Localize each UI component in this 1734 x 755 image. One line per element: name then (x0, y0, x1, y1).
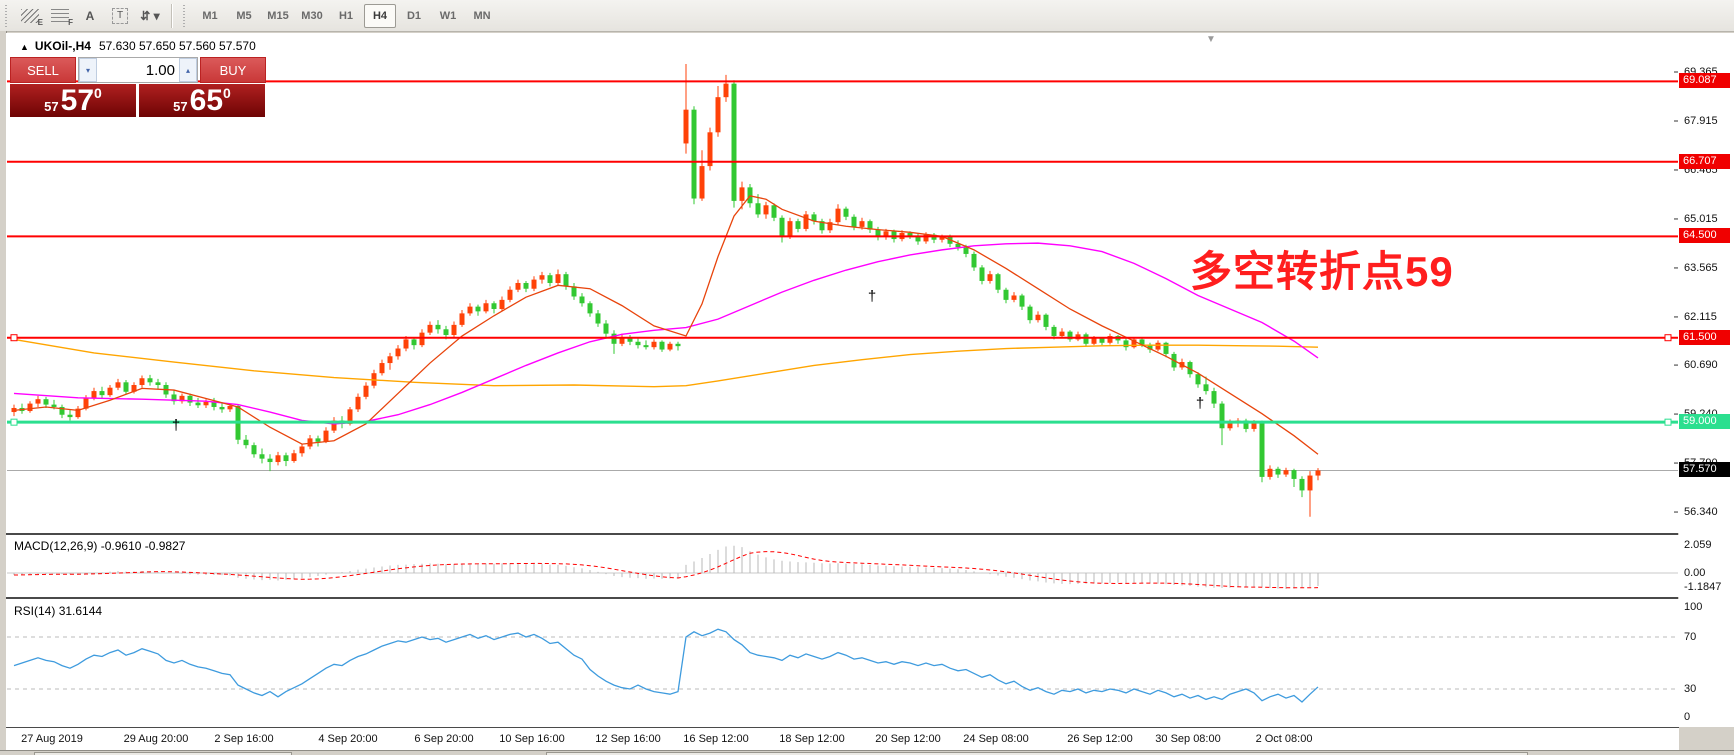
date-tick-label: 10 Sep 16:00 (499, 733, 564, 745)
toolbar: EFAT⇵ ▾ M1M5M15M30H1H4D1W1MN (0, 0, 1734, 32)
price-tick-label: 56.340 (1684, 505, 1718, 519)
svg-text:†: † (1196, 395, 1204, 412)
sell-price-pip: 0 (94, 85, 102, 101)
svg-text:†: † (868, 288, 876, 305)
macd-indicator-label: MACD(12,26,9) -0.9610 -0.9827 (14, 539, 185, 553)
date-tick-label: 6 Sep 20:00 (414, 733, 473, 745)
hline-price-label: 64.500 (1679, 228, 1730, 243)
price-axis[interactable]: 69.36567.91566.46565.01563.56562.11560.6… (1679, 33, 1734, 727)
date-tick-label: 2 Oct 08:00 (1256, 733, 1313, 745)
arrows-tool-icon[interactable]: ⇵ ▾ (136, 3, 164, 29)
rsi-axis-label: 0 (1684, 710, 1690, 724)
buy-price-panel[interactable]: 57 65 0 (139, 84, 265, 117)
macd-axis-label: -1.1847 (1684, 580, 1721, 594)
drawing-tools-group: EFAT⇵ ▾ (15, 3, 165, 29)
hline-price-label: 69.087 (1679, 73, 1730, 88)
price-tick-label: 63.565 (1684, 261, 1718, 275)
one-click-trading-panel: SELL ▾ ▴ BUY 57 57 0 57 65 0 (10, 57, 266, 117)
date-tick-label: 29 Aug 20:00 (124, 733, 189, 745)
volume-stepper: ▾ ▴ (78, 57, 198, 83)
price-tick-label: 67.915 (1684, 114, 1718, 128)
timeframe-w1[interactable]: W1 (432, 4, 464, 28)
collapse-panel-icon[interactable]: ▲ (20, 42, 29, 52)
hline-price-label: 59.000 (1679, 414, 1730, 429)
sell-price-big: 57 (61, 86, 94, 116)
symbol-info-line: ▲ UKOil-,H4 57.630 57.650 57.560 57.570 (20, 39, 256, 53)
text-tool-icon[interactable]: T (106, 3, 134, 29)
chinese-annotation-text: 多空转折点59 (1190, 238, 1454, 299)
macd-axis-label: 2.059 (1684, 538, 1712, 552)
text-label-tool-icon[interactable]: A (76, 3, 104, 29)
timeframes-group: M1M5M15M30H1H4D1W1MN (193, 4, 499, 28)
buy-button[interactable]: BUY (200, 57, 266, 83)
volume-decrease-icon[interactable]: ▾ (79, 58, 97, 82)
mt4-terminal: EFAT⇵ ▾ M1M5M15M30H1H4D1W1MN † † † ▲ UKOil-… (0, 0, 1734, 755)
price-tick-label: 60.690 (1684, 358, 1718, 372)
date-tick-label: 30 Sep 08:00 (1155, 733, 1220, 745)
date-tick-label: 16 Sep 12:00 (683, 733, 748, 745)
hline-price-label: 61.500 (1679, 330, 1730, 345)
timeframe-d1[interactable]: D1 (398, 4, 430, 28)
date-tick-label: 27 Aug 2019 (21, 733, 83, 745)
rsi-axis-label: 70 (1684, 630, 1696, 644)
date-axis[interactable]: 27 Aug 2019 29 Aug 20:00 2 Sep 16:00 4 Sep … (6, 727, 1679, 751)
timeframe-mn[interactable]: MN (466, 4, 498, 28)
sell-price-prefix: 57 (44, 99, 58, 114)
symbol-name: UKOil-,H4 (35, 39, 91, 53)
hline-price-label: 66.707 (1679, 154, 1730, 169)
equidistant-channel-tool-icon[interactable]: E (16, 3, 44, 29)
price-tick-label: 62.115 (1684, 310, 1717, 324)
date-tick-label: 20 Sep 12:00 (875, 733, 940, 745)
current-price-label: 57.570 (1679, 462, 1730, 477)
chart-tabs-strip (0, 750, 1734, 755)
price-tick-label: 65.015 (1684, 212, 1718, 226)
date-tick-label: 12 Sep 16:00 (595, 733, 660, 745)
toolbar-grip[interactable] (5, 5, 10, 27)
timeframe-h4[interactable]: H4 (364, 4, 396, 28)
rsi-axis-label: 100 (1684, 600, 1702, 614)
sell-price-panel[interactable]: 57 57 0 (10, 84, 136, 117)
timeframe-m5[interactable]: M5 (228, 4, 260, 28)
rsi-axis-label: 30 (1684, 682, 1696, 696)
date-tick-label: 4 Sep 20:00 (318, 733, 377, 745)
rsi-pane[interactable] (6, 599, 1679, 727)
toolbar-separator (171, 4, 172, 28)
macd-pane[interactable] (6, 535, 1679, 597)
date-tick-label: 2 Sep 16:00 (214, 733, 273, 745)
buy-price-big: 65 (190, 86, 223, 116)
chart-shift-icon[interactable]: ▼ (1206, 34, 1216, 45)
timeframe-h1[interactable]: H1 (330, 4, 362, 28)
date-tick-label: 18 Sep 12:00 (779, 733, 844, 745)
date-tick-label: 26 Sep 12:00 (1067, 733, 1132, 745)
toolbar-grip2[interactable] (183, 5, 188, 27)
volume-input[interactable] (97, 58, 179, 82)
date-tick-label: 24 Sep 08:00 (963, 733, 1028, 745)
buy-price-pip: 0 (223, 85, 231, 101)
buy-price-prefix: 57 (173, 99, 187, 114)
timeframe-m1[interactable]: M1 (194, 4, 226, 28)
symbol-ohlc-values: 57.630 57.650 57.560 57.570 (99, 39, 256, 53)
sell-button[interactable]: SELL (10, 57, 76, 83)
volume-increase-icon[interactable]: ▴ (179, 58, 197, 82)
timeframe-m30[interactable]: M30 (296, 4, 328, 28)
fibonacci-tool-icon[interactable]: F (46, 3, 74, 29)
svg-text:†: † (172, 417, 180, 434)
timeframe-m15[interactable]: M15 (262, 4, 294, 28)
macd-axis-label: 0.00 (1684, 566, 1705, 580)
rsi-indicator-label: RSI(14) 31.6144 (14, 604, 102, 618)
